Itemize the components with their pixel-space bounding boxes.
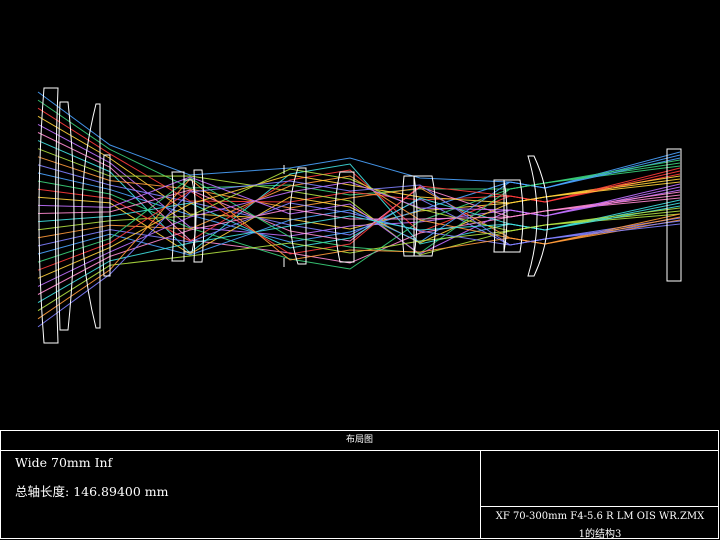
total-length-value: 146.89400 mm	[73, 484, 169, 499]
configuration-info: 1的结构3	[578, 529, 622, 540]
panel-header: 布局图	[1, 431, 718, 451]
optical-layout-diagram	[37, 87, 682, 344]
ray-trace	[37, 107, 681, 203]
configuration-label: Wide 70mm Inf	[15, 455, 113, 470]
info-panel: 布局图 Wide 70mm Inf 总轴长度: 146.89400 mm XF …	[0, 430, 719, 540]
ray-fan	[37, 91, 681, 328]
ray-trace	[37, 180, 681, 328]
ray-trace	[37, 202, 681, 247]
total-length-row: 总轴长度: 146.89400 mm	[15, 481, 168, 500]
file-name: XF 70-300mm F4-5.6 R LM OIS WR.ZMX	[495, 511, 705, 522]
ray-trace	[37, 148, 681, 256]
lens-element-4	[101, 154, 111, 277]
ray-trace	[37, 99, 681, 196]
panel-horizontal-divider	[480, 506, 719, 507]
total-length-label: 总轴长度:	[15, 484, 70, 499]
